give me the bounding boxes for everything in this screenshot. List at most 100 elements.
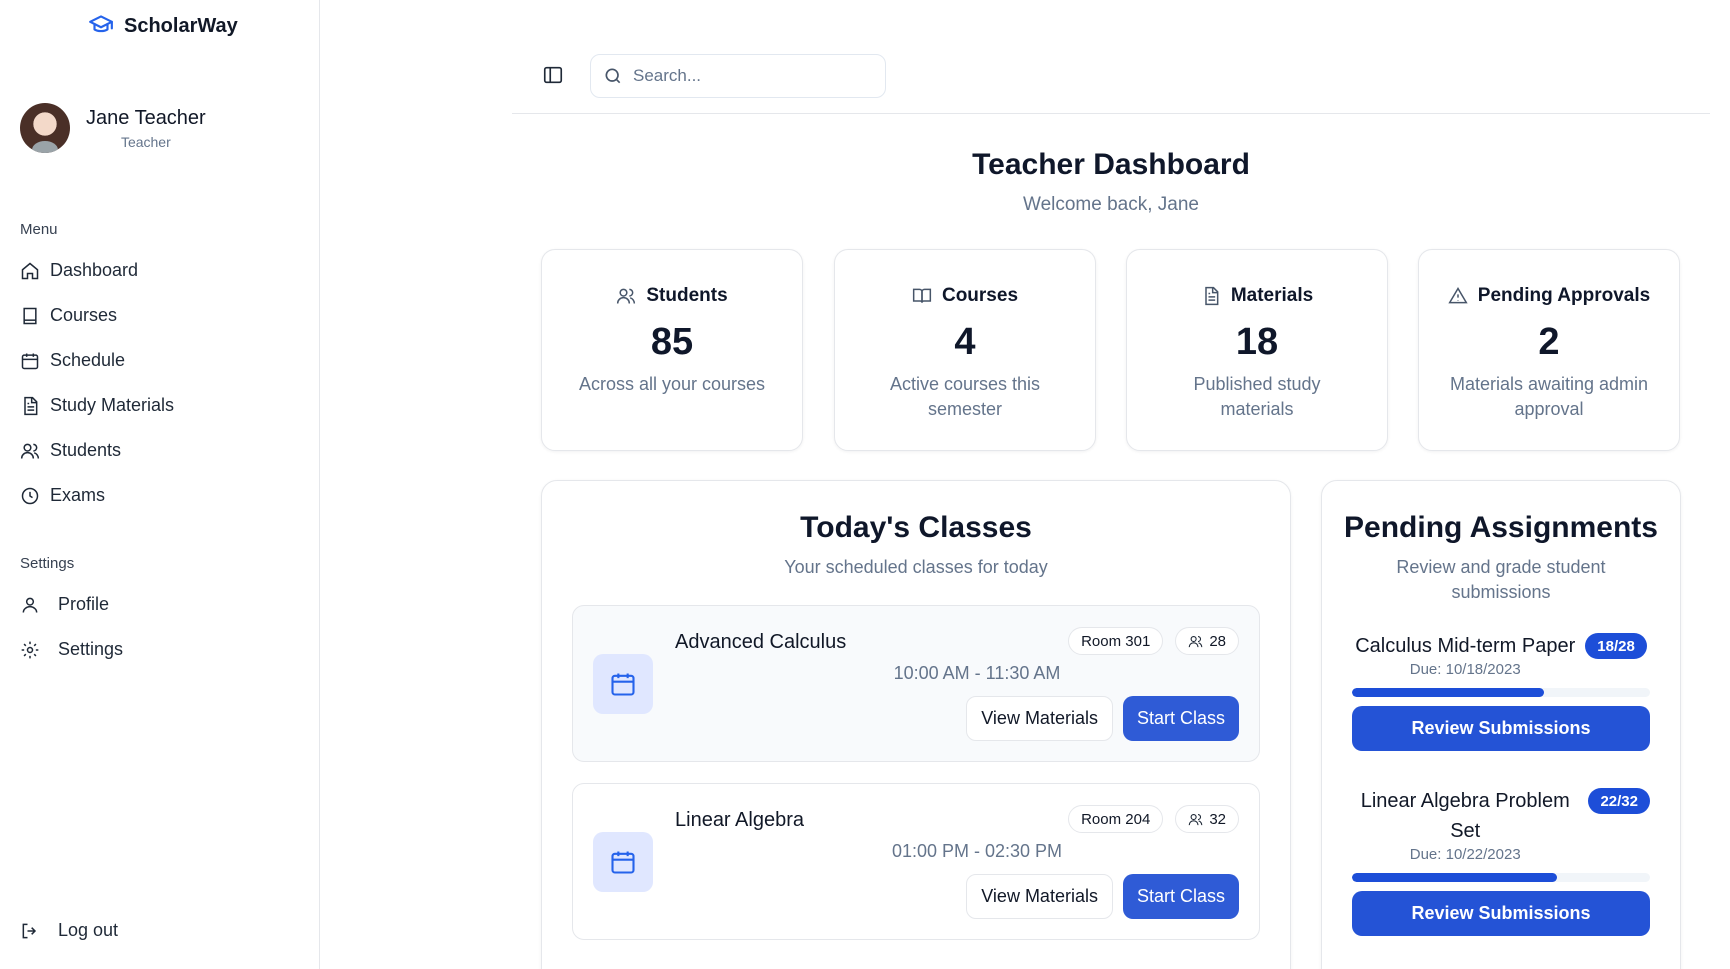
logout-label: Log out bbox=[58, 920, 119, 940]
sidebar-item-dashboard[interactable]: Dashboard bbox=[20, 248, 174, 293]
search-box[interactable] bbox=[590, 54, 886, 98]
stat-title: Pending Approvals bbox=[1477, 285, 1651, 306]
review-submissions-button[interactable]: Review Submissions bbox=[1352, 706, 1650, 751]
room-label: Room 204 bbox=[1081, 810, 1151, 828]
todays-classes-panel: Today's Classes Your scheduled classes f… bbox=[541, 480, 1291, 969]
class-name: Linear Algebra bbox=[675, 809, 804, 831]
class-icon bbox=[593, 832, 653, 892]
stat-description: Active courses this semester bbox=[889, 374, 1041, 419]
gear-icon bbox=[21, 641, 39, 658]
user-icon bbox=[22, 597, 38, 613]
sidebar-item-label: Courses bbox=[50, 305, 118, 325]
submission-count-badge: 18/28 bbox=[1585, 633, 1647, 659]
user-role: Teacher bbox=[120, 133, 171, 150]
students-count: 32 bbox=[1209, 810, 1226, 828]
topbar bbox=[512, 54, 1710, 114]
graduation-cap-icon bbox=[88, 11, 114, 42]
menu-section-label: Menu bbox=[20, 221, 58, 238]
sidebar-item-label: Dashboard bbox=[50, 260, 139, 280]
users-icon bbox=[1189, 635, 1203, 647]
stat-card-students: Students 85 Across all your courses bbox=[541, 249, 803, 451]
users-icon bbox=[617, 288, 636, 304]
review-submissions-button[interactable]: Review Submissions bbox=[1352, 891, 1650, 936]
panel-left-icon bbox=[543, 66, 563, 84]
clock-icon bbox=[21, 487, 39, 504]
progress-fill bbox=[1352, 873, 1557, 882]
settings-section-label: Settings bbox=[20, 555, 75, 572]
assignment-due: Due: 10/18/2023 bbox=[1409, 661, 1521, 678]
sidebar-item-label: Settings bbox=[58, 639, 124, 659]
stat-description: Across all your courses bbox=[578, 374, 766, 394]
page-title: Teacher Dashboard bbox=[972, 148, 1250, 181]
users-icon bbox=[1189, 813, 1203, 825]
stat-value: 4 bbox=[954, 321, 976, 363]
panel-title: Pending Assignments bbox=[1344, 511, 1658, 544]
students-count: 28 bbox=[1209, 632, 1226, 650]
user-name: Jane Teacher bbox=[86, 106, 206, 129]
panel-subtitle: Review and grade student submissions bbox=[1396, 557, 1606, 602]
sidebar-item-label: Study Materials bbox=[50, 395, 175, 415]
search-input[interactable] bbox=[633, 66, 863, 86]
sidebar-item-label: Exams bbox=[50, 485, 106, 505]
start-class-button[interactable]: Start Class bbox=[1122, 874, 1239, 919]
brand-name: ScholarWay bbox=[124, 14, 238, 37]
sidebar-item-exams[interactable]: Exams bbox=[20, 473, 174, 518]
stat-card-pending-approvals: Pending Approvals 2 Materials awaiting a… bbox=[1418, 249, 1680, 451]
logout-button[interactable]: Log out bbox=[20, 920, 118, 941]
pending-assignments-panel: Pending Assignments Review and grade stu… bbox=[1321, 480, 1681, 969]
book-open-icon bbox=[912, 288, 932, 303]
submission-count-badge: 22/32 bbox=[1588, 788, 1650, 814]
alert-triangle-icon bbox=[1448, 287, 1468, 304]
stat-card-courses: Courses 4 Active courses this semester bbox=[834, 249, 1096, 451]
assignment-due: Due: 10/22/2023 bbox=[1409, 846, 1521, 863]
room-label: Room 301 bbox=[1081, 632, 1151, 650]
start-class-button[interactable]: Start Class bbox=[1122, 696, 1239, 741]
students-badge: 28 bbox=[1175, 627, 1239, 655]
sidebar-item-courses[interactable]: Courses bbox=[20, 293, 174, 338]
assignment-item: Linear Algebra Problem Set Due: 10/22/20… bbox=[1352, 786, 1650, 936]
view-materials-button[interactable]: View Materials bbox=[966, 874, 1113, 919]
file-text-icon bbox=[1205, 286, 1219, 306]
class-icon bbox=[593, 654, 653, 714]
stat-description: Materials awaiting admin approval bbox=[1449, 374, 1649, 419]
file-text-icon bbox=[24, 396, 38, 415]
sidebar-item-settings[interactable]: Settings bbox=[20, 627, 123, 672]
brand[interactable]: ScholarWay bbox=[88, 12, 238, 40]
class-time: 01:00 PM - 02:30 PM bbox=[891, 841, 1063, 861]
sidebar-item-students[interactable]: Students bbox=[20, 428, 174, 473]
submission-progress bbox=[1352, 688, 1650, 697]
calendar-icon bbox=[611, 851, 635, 874]
sidebar-item-study-materials[interactable]: Study Materials bbox=[20, 383, 174, 428]
stat-card-materials: Materials 18 Published study materials bbox=[1126, 249, 1388, 451]
logout-icon bbox=[22, 923, 37, 938]
home-icon bbox=[21, 262, 39, 279]
page-subtitle: Welcome back, Jane bbox=[1022, 194, 1199, 215]
view-materials-button[interactable]: View Materials bbox=[966, 696, 1113, 741]
stat-value: 18 bbox=[1235, 321, 1279, 363]
class-name: Advanced Calculus bbox=[675, 631, 847, 653]
class-card: Linear Algebra Room 204 32 01:00 PM - 02… bbox=[572, 783, 1260, 940]
sidebar-toggle-button[interactable] bbox=[542, 64, 568, 90]
submission-progress bbox=[1352, 873, 1650, 882]
class-card: Advanced Calculus Room 301 28 10:00 AM -… bbox=[572, 605, 1260, 762]
room-badge: Room 204 bbox=[1068, 805, 1164, 833]
calendar-icon bbox=[21, 353, 39, 369]
progress-fill bbox=[1352, 688, 1544, 697]
user-profile: Jane Teacher Teacher bbox=[20, 103, 206, 153]
stat-value: 85 bbox=[650, 321, 694, 363]
book-icon bbox=[23, 307, 37, 324]
assignment-item: Calculus Mid-term Paper Due: 10/18/2023 … bbox=[1352, 631, 1650, 751]
stat-description: Published study materials bbox=[1193, 374, 1321, 419]
stat-title: Courses bbox=[941, 285, 1019, 306]
stat-title: Students bbox=[646, 285, 728, 306]
sidebar-item-profile[interactable]: Profile bbox=[20, 582, 123, 627]
class-time: 10:00 AM - 11:30 AM bbox=[893, 663, 1061, 683]
stat-title: Materials bbox=[1230, 285, 1314, 306]
settings-nav: Profile Settings bbox=[20, 582, 123, 672]
sidebar: ScholarWay Jane Teacher Teacher Menu Das… bbox=[0, 0, 320, 969]
sidebar-item-label: Students bbox=[50, 440, 122, 460]
assignment-title: Calculus Mid-term Paper bbox=[1355, 635, 1576, 657]
users-icon bbox=[20, 443, 40, 459]
sidebar-item-label: Profile bbox=[58, 594, 110, 614]
sidebar-item-schedule[interactable]: Schedule bbox=[20, 338, 174, 383]
